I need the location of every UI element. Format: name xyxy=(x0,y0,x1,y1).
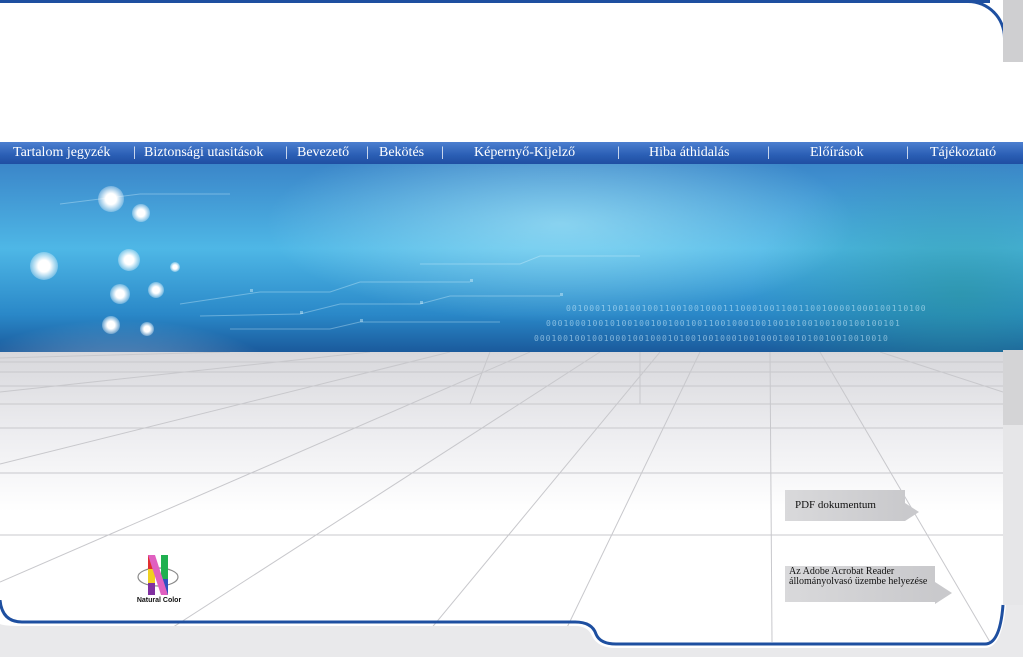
right-edge-panel-top xyxy=(1003,0,1023,62)
banner-light-dot xyxy=(102,316,120,334)
banner-light-dot xyxy=(110,284,130,304)
banner-light-dot xyxy=(30,252,58,280)
nav-item-bekotes[interactable]: Bekötés xyxy=(379,142,424,164)
nav-item-biztonsagi-utasitasok[interactable]: Biztonsági utasitások xyxy=(144,142,263,164)
acrobat-reader-install-link[interactable]: Az Adobe Acrobat Reader állományolvasó ü… xyxy=(785,566,935,602)
nav-separator: | xyxy=(133,145,136,160)
banner-light-dot xyxy=(132,204,150,222)
banner-light-dot xyxy=(118,249,140,271)
logo-caption: Natural Color xyxy=(136,597,182,604)
banner-light-dot xyxy=(148,282,164,298)
nav-separator: | xyxy=(441,145,444,160)
nav-separator: | xyxy=(767,145,770,160)
banner-binary-text: 0001000100101001001001001001100100010010… xyxy=(546,319,901,328)
top-frame-line xyxy=(0,0,990,3)
nav-item-kepernyo-kijelzo[interactable]: Képernyő-Kijelző xyxy=(474,142,575,164)
nav-item-hiba-athidalas[interactable]: Hiba áthidalás xyxy=(649,142,729,164)
pdf-tag-arrow-icon xyxy=(905,503,919,521)
top-frame-corner xyxy=(960,0,1006,40)
acrobat-tag-arrow-icon xyxy=(935,582,952,604)
pdf-document-link[interactable]: PDF dokumentum xyxy=(785,490,905,521)
nav-item-tartalom-jegyzek[interactable]: Tartalom jegyzék xyxy=(13,142,110,164)
nav-separator: | xyxy=(617,145,620,160)
bottom-frame xyxy=(0,600,1023,657)
nav-separator: | xyxy=(285,145,288,160)
banner-light-dot xyxy=(170,262,180,272)
banner-binary-text: 0001001001001000100100010100100100010010… xyxy=(534,334,889,343)
right-edge-panel xyxy=(1003,350,1023,425)
main-nav-bar: Tartalom jegyzék | Biztonsági utasitások… xyxy=(0,142,1023,164)
banner-binary-text: 0010001100100100110010010001110001001100… xyxy=(566,304,927,313)
banner-light-dot xyxy=(140,322,154,336)
header-banner-image: 0010001100100100110010010001110001001100… xyxy=(0,164,1023,352)
nav-item-tajekoztato[interactable]: Tájékoztató xyxy=(930,142,996,164)
banner-light-dot xyxy=(98,186,124,212)
right-edge-panel xyxy=(1003,425,1023,605)
nav-item-bevezeto[interactable]: Bevezető xyxy=(297,142,349,164)
nav-separator: | xyxy=(906,145,909,160)
nav-separator: | xyxy=(366,145,369,160)
nav-item-eloirasok[interactable]: Előírások xyxy=(810,142,864,164)
